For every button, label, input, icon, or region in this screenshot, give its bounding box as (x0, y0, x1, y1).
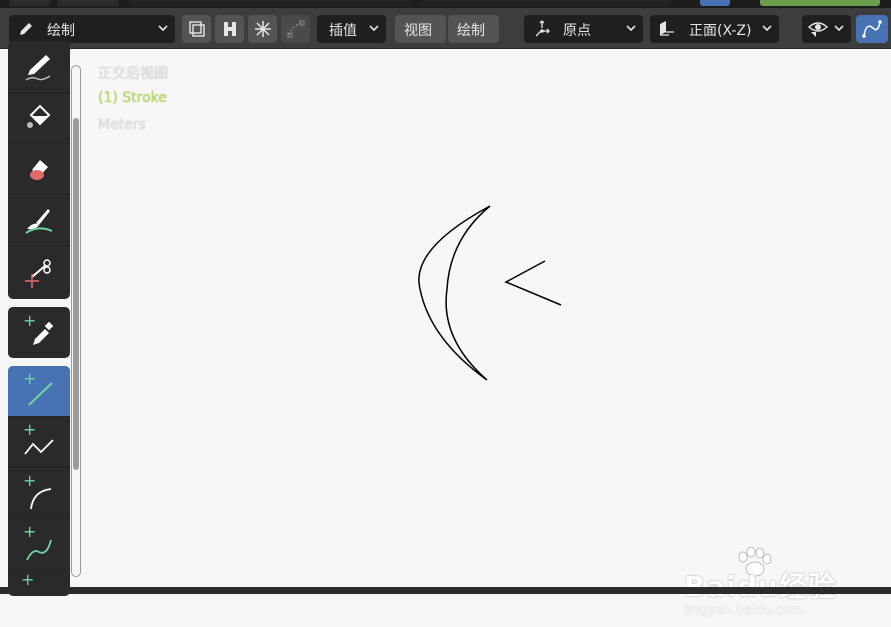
svg-text:+: + (23, 473, 36, 490)
pencil-icon (25, 54, 51, 81)
curve-icon: + (23, 524, 52, 561)
grease-pencil-strokes[interactable] (0, 49, 891, 587)
line-tool[interactable]: + (8, 366, 70, 417)
top-strip-segment (700, 0, 730, 6)
erase-tool[interactable] (8, 144, 70, 195)
toolbar-scrollbar[interactable] (71, 65, 81, 577)
svg-text:+: + (23, 422, 36, 439)
draw-menu[interactable]: 绘制 (448, 15, 499, 43)
arc-icon: + (23, 473, 52, 510)
polyline-tool[interactable]: + (8, 417, 70, 468)
pivot-dropdown[interactable]: 原点 (524, 15, 643, 43)
orientation-dropdown[interactable]: 正面(X-Z) (650, 15, 779, 43)
eraser-icon (30, 160, 48, 180)
pivot-label: 原点 (563, 23, 591, 39)
visibility-dropdown[interactable] (802, 15, 851, 43)
top-strip-segment (420, 0, 670, 6)
tool-group-eyedropper: + (8, 307, 70, 358)
chevron-down-icon (762, 25, 772, 32)
cutter-tool[interactable] (8, 246, 70, 297)
tool-group-primitives: + + + + + (8, 366, 70, 596)
tool-group-draw (8, 41, 70, 299)
snowflake-icon[interactable] (248, 15, 277, 43)
polyline-icon: + (23, 422, 54, 455)
plane-icon (657, 19, 677, 43)
top-strip (0, 0, 891, 8)
arc-tool[interactable]: + (8, 468, 70, 519)
eyedropper-tool[interactable]: + (8, 307, 70, 358)
curve-edit-icon[interactable] (281, 15, 310, 43)
orientation-label: 正面(X-Z) (689, 23, 752, 39)
scissors-icon (25, 258, 51, 288)
curve-tool[interactable]: + (8, 519, 70, 570)
paint-bucket-icon (27, 104, 51, 128)
eye-icon (807, 20, 829, 42)
bottom-bar (0, 587, 891, 594)
line-icon: + (23, 371, 53, 406)
view-menu[interactable]: 视图 (395, 15, 446, 43)
top-strip-segment (130, 0, 410, 6)
pencil-icon (17, 20, 35, 42)
crescent-stroke (418, 205, 491, 381)
brush-icon (25, 209, 53, 234)
top-strip-segment (760, 0, 880, 6)
mode-dropdown[interactable]: 绘制 (9, 15, 175, 43)
chevron-down-icon (369, 25, 379, 32)
viewport-header: 绘制 插值 视图 绘制 原点 正面(X-Z) (0, 8, 891, 49)
svg-text:+: + (23, 313, 36, 330)
top-strip-segment (10, 0, 50, 6)
overlay-toggle-button[interactable] (856, 15, 888, 43)
pivot-icon (532, 19, 552, 43)
watermark-brand: Baidu经验 (684, 565, 837, 605)
draw-tool[interactable] (8, 41, 70, 93)
top-strip-segment (58, 0, 118, 6)
tint-tool[interactable] (8, 195, 70, 246)
eyedropper-icon: + (23, 313, 54, 345)
mode-label: 绘制 (47, 23, 75, 39)
watermark-url: jingyan.baidu.com (684, 603, 804, 618)
fill-tool[interactable] (8, 93, 70, 144)
draw-menu-label: 绘制 (457, 23, 485, 39)
curve-overlay-icon (861, 19, 883, 43)
interpolate-dropdown[interactable]: 插值 (317, 15, 386, 43)
chevron-stroke (504, 260, 562, 306)
svg-text:+: + (23, 524, 36, 541)
toolbar-scrollbar-thumb[interactable] (73, 118, 79, 470)
view-menu-label: 视图 (404, 23, 432, 39)
svg-text:+: + (23, 371, 36, 388)
interpolate-label: 插值 (329, 23, 357, 39)
chevron-down-icon (158, 25, 168, 32)
multiframe-icon[interactable] (182, 15, 211, 43)
chevron-down-icon (834, 25, 844, 32)
autokey-icon[interactable] (215, 15, 244, 43)
chevron-down-icon (626, 25, 636, 32)
3d-viewport[interactable]: 正交后视图 (1) Stroke Meters + + + + + + jing… (0, 41, 891, 618)
